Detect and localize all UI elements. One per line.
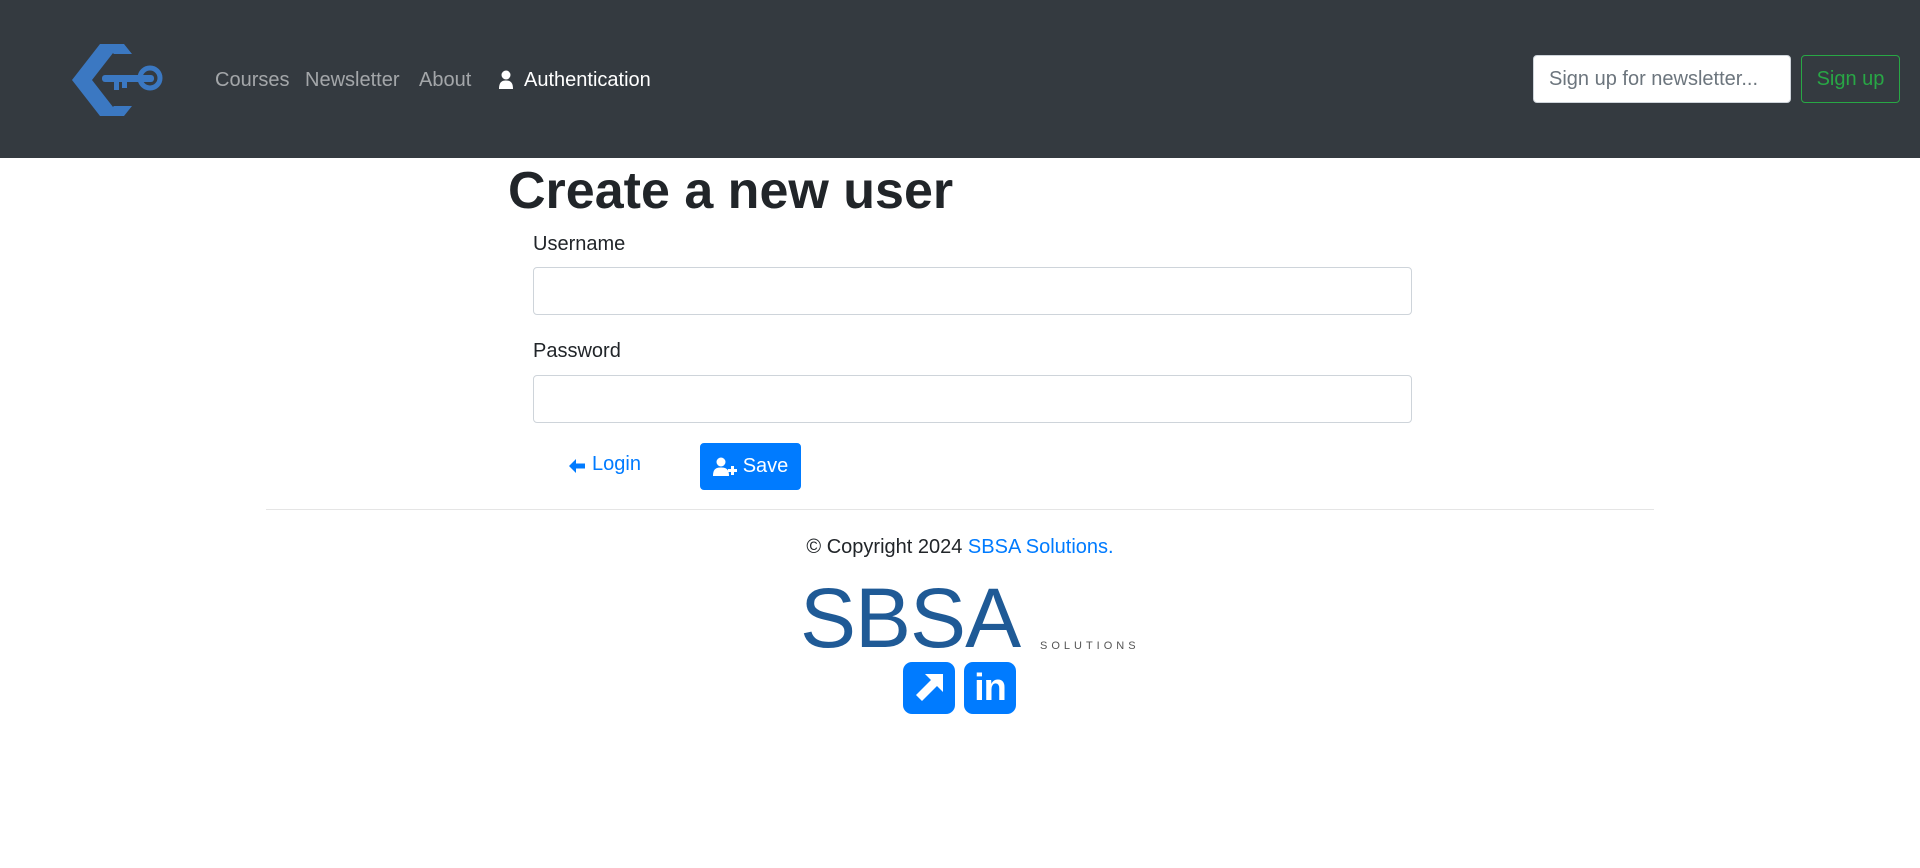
navbar: Courses Newsletter About Authentication … [0, 0, 1920, 158]
login-label: Login [592, 453, 641, 475]
password-label: Password [533, 340, 621, 362]
external-link-icon[interactable] [903, 662, 955, 714]
username-label: Username [533, 233, 626, 255]
user-plus-icon [712, 457, 737, 477]
company-link[interactable]: SBSA Solutions. [968, 536, 1114, 558]
footer-divider [266, 509, 1654, 510]
copyright-text: © Copyright 2024 [806, 536, 968, 558]
linkedin-icon[interactable]: in [964, 662, 1016, 714]
newsletter-input[interactable] [1533, 55, 1791, 103]
brand-logo-icon[interactable] [62, 42, 164, 118]
nav-authentication[interactable]: Authentication [498, 66, 651, 94]
password-input[interactable] [533, 375, 1412, 423]
sbsa-logo: SBSA SOLUTIONS [800, 576, 1140, 660]
arrow-left-icon [568, 455, 586, 473]
nav-newsletter[interactable]: Newsletter [305, 66, 399, 94]
copyright: © Copyright 2024 SBSA Solutions. [0, 533, 1920, 561]
nav-authentication-label: Authentication [524, 69, 651, 91]
nav-courses[interactable]: Courses [215, 66, 289, 94]
save-label: Save [742, 455, 789, 477]
username-input[interactable] [533, 267, 1412, 315]
page-title: Create a new user [508, 162, 954, 220]
sbsa-logo-text: SBSA [800, 571, 1021, 665]
nav-about[interactable]: About [419, 66, 471, 94]
user-icon [498, 70, 514, 90]
signup-button[interactable]: Sign up [1801, 55, 1900, 103]
login-link[interactable]: Login [568, 450, 641, 478]
sbsa-logo-subtext: SOLUTIONS [1040, 640, 1140, 652]
save-button[interactable]: Save [700, 443, 801, 490]
